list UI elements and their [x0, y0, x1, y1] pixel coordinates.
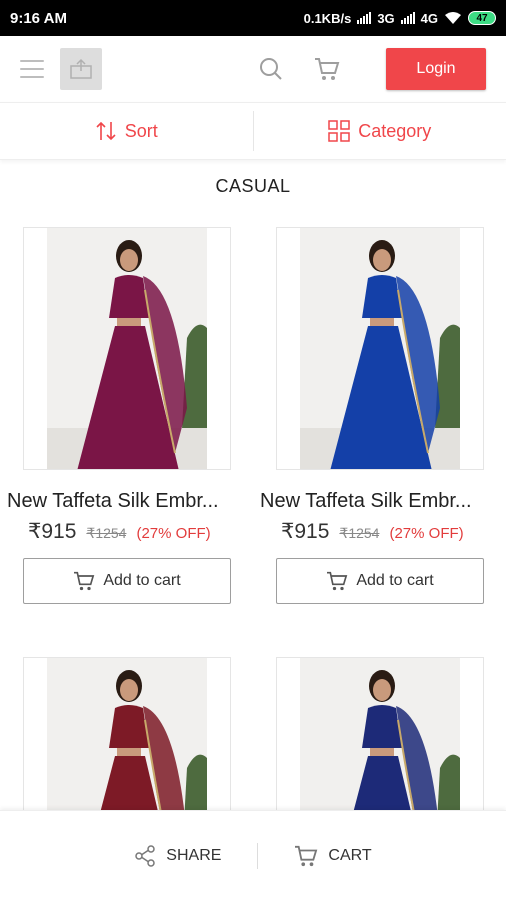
product-mrp: ₹1254	[339, 525, 380, 541]
product-mrp: ₹1254	[86, 525, 127, 541]
add-to-cart-button[interactable]: Add to cart	[23, 558, 231, 604]
product-image[interactable]	[276, 227, 484, 470]
add-to-cart-label: Add to cart	[103, 572, 181, 589]
search-icon	[260, 58, 282, 80]
cart-icon	[74, 571, 95, 591]
share-icon	[135, 844, 156, 867]
product-figure	[300, 228, 460, 469]
login-button[interactable]: Login	[386, 48, 486, 90]
battery-icon: 47	[468, 11, 496, 25]
product-name[interactable]: New Taffeta Silk Embr...	[7, 490, 247, 513]
cart-button[interactable]	[312, 54, 342, 84]
product-image[interactable]	[23, 227, 231, 470]
add-to-cart-label: Add to cart	[356, 572, 434, 589]
cart-icon	[327, 571, 348, 591]
category-label: Category	[358, 120, 432, 141]
sort-icon	[96, 121, 116, 141]
product-name[interactable]: New Taffeta Silk Embr...	[260, 490, 500, 513]
wifi-icon	[445, 12, 461, 24]
product-price: ₹915	[28, 520, 77, 543]
signal-icon	[357, 12, 372, 24]
product-prices: ₹915 ₹1254 (27% OFF)	[28, 519, 231, 544]
product-photo	[300, 228, 460, 469]
product-prices: ₹915 ₹1254 (27% OFF)	[281, 519, 484, 544]
network-4g: 4G	[420, 10, 438, 26]
product-discount: (27% OFF)	[389, 525, 464, 542]
product-card[interactable]: New Taffeta Silk Embr... ₹915 ₹1254 (27%…	[7, 227, 231, 604]
sort-button[interactable]: Sort	[0, 103, 253, 159]
grid-icon	[328, 120, 350, 142]
signal-icon	[400, 12, 415, 24]
network-speed: 0.1KB/s	[303, 10, 352, 26]
search-button[interactable]	[256, 54, 286, 84]
sort-label: Sort	[124, 120, 158, 141]
cart-tab-button[interactable]: CART	[258, 845, 407, 867]
app-bar: Login	[0, 36, 506, 102]
bottom-bar: SHARE CART	[0, 810, 506, 900]
product-photo	[47, 228, 207, 469]
image-placeholder-icon	[70, 58, 92, 79]
status-time: 9:16 AM	[10, 9, 67, 27]
share-label: SHARE	[166, 846, 222, 864]
cart-icon	[315, 58, 340, 80]
sort-filter-bar: Sort Category	[0, 102, 506, 160]
store-logo[interactable]	[60, 48, 102, 90]
product-discount: (27% OFF)	[136, 525, 211, 542]
status-icons: 0.1KB/s 3G 4G 47	[304, 11, 496, 26]
section-title: CASUAL	[215, 176, 291, 196]
network-3g: 3G	[377, 10, 395, 26]
cart-label: CART	[328, 846, 372, 864]
cart-icon	[295, 845, 318, 866]
menu-icon[interactable]	[20, 60, 44, 78]
add-to-cart-button[interactable]: Add to cart	[276, 558, 484, 604]
product-figure	[47, 228, 207, 469]
share-button[interactable]: SHARE	[98, 844, 257, 867]
product-price: ₹915	[281, 520, 330, 543]
category-button[interactable]: Category	[254, 103, 506, 159]
product-card[interactable]: New Taffeta Silk Embr... ₹915 ₹1254 (27%…	[260, 227, 484, 604]
status-bar: 9:16 AM 0.1KB/s 3G 4G 47	[0, 0, 506, 36]
